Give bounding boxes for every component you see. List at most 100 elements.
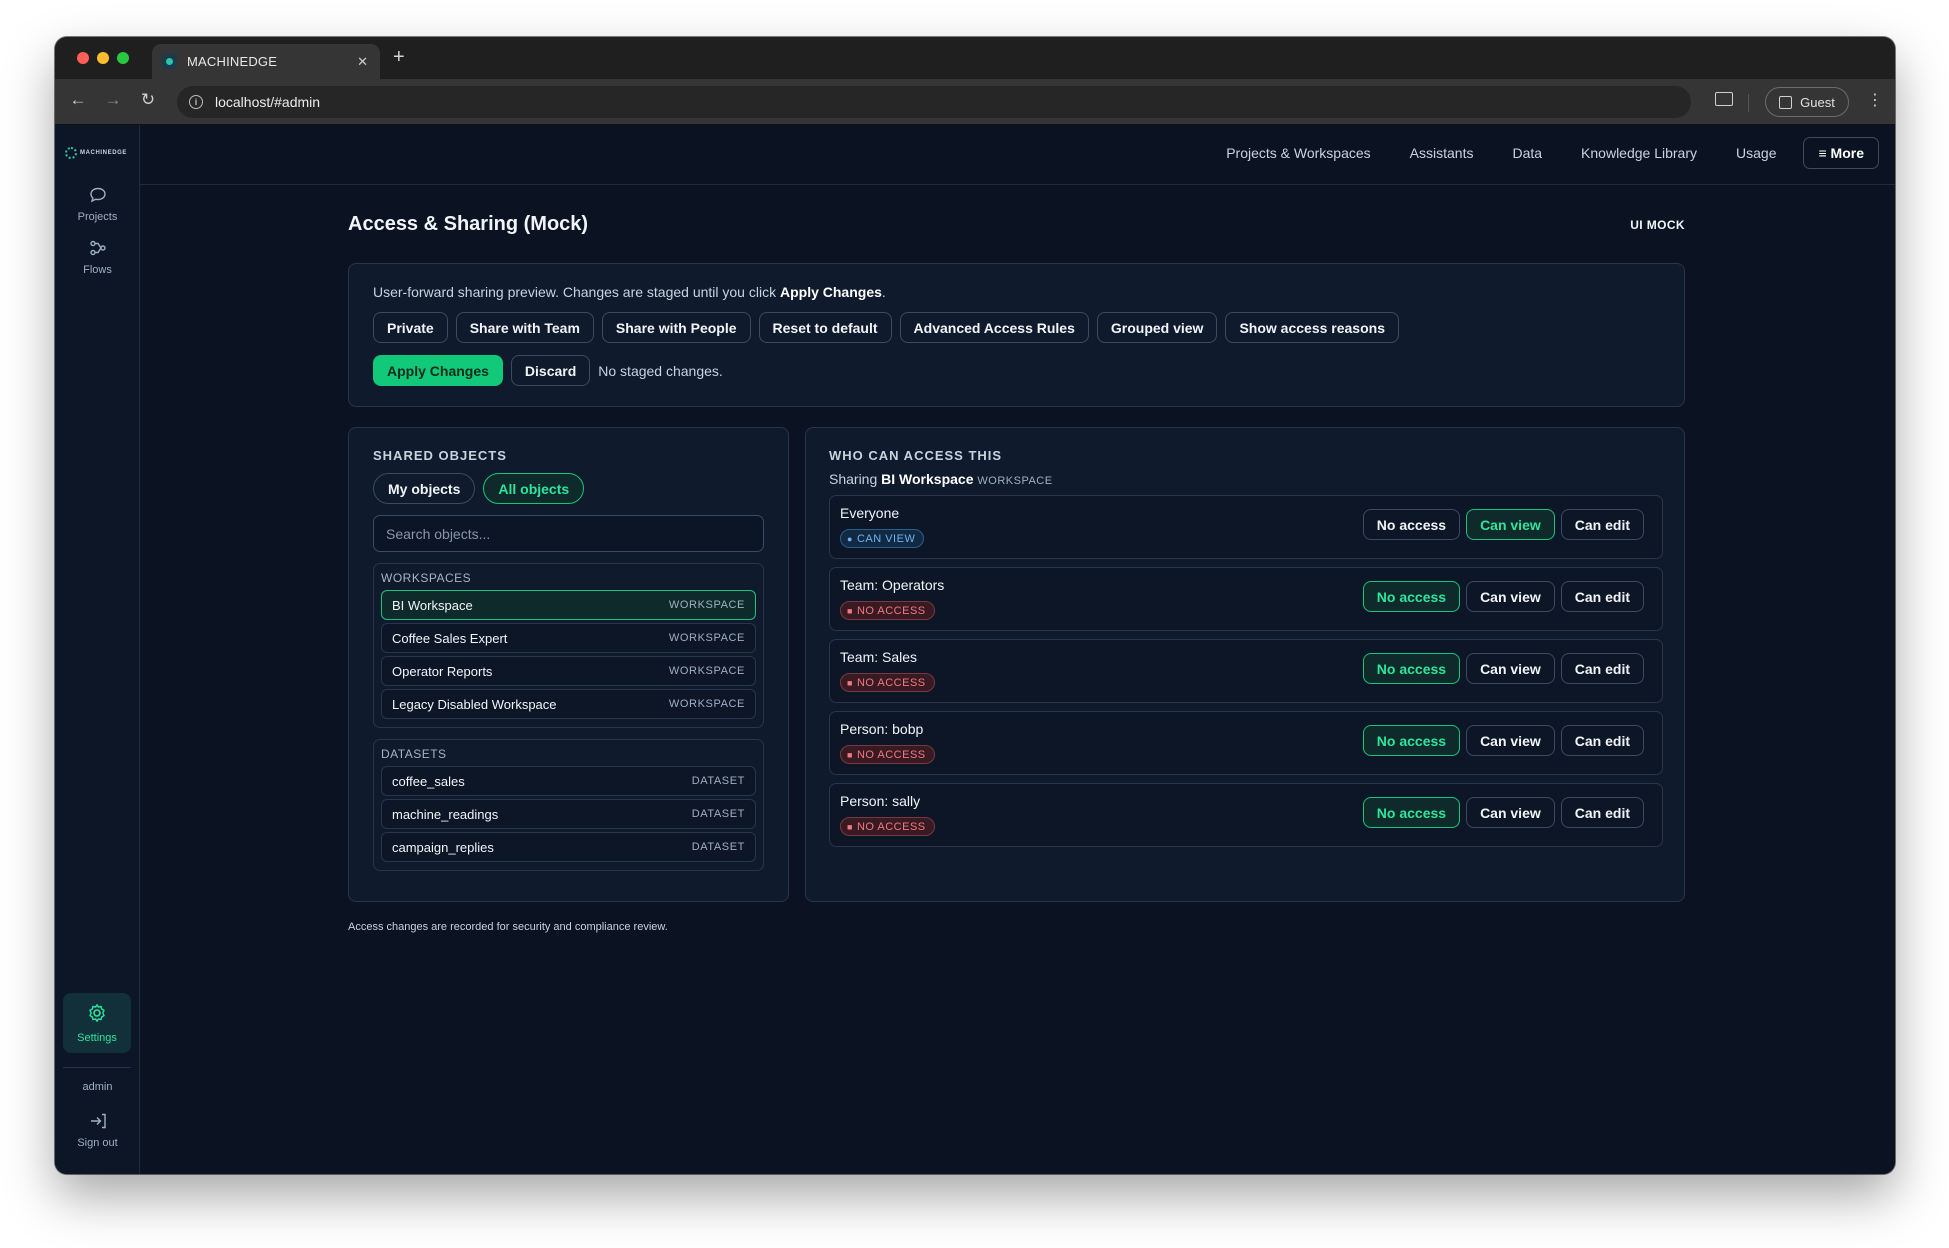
profile-button[interactable]: Guest [1765,87,1849,117]
apply-changes-button[interactable]: Apply Changes [373,355,503,386]
who-can-access-panel: WHO CAN ACCESS THIS Sharing BI Workspace… [805,427,1685,902]
sidebar-item-flows[interactable]: Flows [55,240,140,278]
principal-name: Everyone [840,505,900,521]
object-item[interactable]: campaign_replies DATASET [381,832,756,862]
sign-out-label: Sign out [77,1137,118,1149]
object-name: Coffee Sales Expert [392,630,508,646]
no-access-button[interactable]: No access [1362,509,1461,540]
apply-row: Apply Changes Discard No staged changes. [373,355,1660,386]
object-name: coffee_sales [392,773,465,789]
browser-window: MACHINEDGE ✕ + ← → ↻ i localhost/#admin … [55,37,1895,1174]
object-type: WORKSPACE [668,599,745,611]
close-window-button[interactable] [77,52,89,64]
lock-icon: ■ [847,677,853,688]
can-view-button[interactable]: Can view [1466,797,1555,828]
object-type: WORKSPACE [668,698,745,710]
browser-menu-icon[interactable]: ⋮ [1867,90,1883,110]
object-item[interactable]: Legacy Disabled Workspace WORKSPACE [381,689,756,719]
sidebar-item-settings[interactable]: Settings [63,993,131,1053]
no-access-button[interactable]: No access [1362,581,1461,612]
sidebar-item-projects[interactable]: Projects [55,187,140,225]
shared-objects-panel: SHARED OBJECTS My objects All objects WO… [348,427,789,902]
current-user: admin [82,1081,113,1093]
discard-button[interactable]: Discard [510,355,591,386]
object-item[interactable]: Operator Reports WORKSPACE [381,656,756,686]
private-button[interactable]: Private [373,312,448,343]
advanced-access-rules-button[interactable]: Advanced Access Rules [899,312,1089,343]
tab-close-icon[interactable]: ✕ [357,54,368,70]
principal-name: Person: sally [840,793,921,809]
chat-bubble-icon [89,187,106,203]
can-edit-button[interactable]: Can edit [1560,725,1644,756]
preset-buttons: Private Share with Team Share with Peopl… [373,312,1660,343]
url-text[interactable]: localhost/#admin [215,94,320,110]
sidebar-divider [63,1067,131,1068]
object-type: WORKSPACE [668,632,745,644]
reset-to-default-button[interactable]: Reset to default [758,312,892,343]
forward-button[interactable]: → [102,90,124,110]
logo[interactable]: MACHINEDGE [65,147,127,159]
back-button[interactable]: ← [67,90,89,110]
object-name: Operator Reports [392,663,493,679]
access-row: Team: Operators ■ NO ACCESS No access Can… [829,567,1663,631]
reload-button[interactable]: ↻ [137,90,159,110]
object-type: DATASET [691,808,745,820]
object-type: WORKSPACE [668,665,745,677]
can-edit-button[interactable]: Can edit [1560,653,1644,684]
site-info-icon[interactable]: i [189,95,203,109]
share-with-team-button[interactable]: Share with Team [455,312,594,343]
more-menu-button[interactable]: ≡ More [1803,137,1879,169]
preview-description: User-forward sharing preview. Changes ar… [373,284,886,300]
filter-my-objects[interactable]: My objects [373,473,476,504]
sidebar: MACHINEDGE Projects Flows Settings admin… [55,125,140,1174]
grouped-view-button[interactable]: Grouped view [1096,312,1218,343]
no-access-button[interactable]: No access [1362,653,1461,684]
datasets-group: DATASETS coffee_sales DATASET machine_re… [373,739,764,871]
sign-out-button[interactable]: Sign out [55,1113,140,1151]
group-title: DATASETS [381,747,447,761]
app: MACHINEDGE Projects Flows Settings admin… [55,125,1895,1174]
minimize-window-button[interactable] [97,52,109,64]
show-access-reasons-button[interactable]: Show access reasons [1225,312,1399,343]
new-tab-button[interactable]: + [393,46,405,69]
object-name: Legacy Disabled Workspace [392,696,557,712]
search-input[interactable] [373,515,764,552]
access-level-selector: No access Can view Can edit [1362,581,1644,612]
object-item[interactable]: machine_readings DATASET [381,799,756,829]
can-view-button[interactable]: Can view [1466,581,1555,612]
shared-objects-title: SHARED OBJECTS [373,448,507,463]
can-view-button[interactable]: Can view [1466,725,1555,756]
object-name: BI Workspace [392,597,473,613]
can-edit-button[interactable]: Can edit [1560,509,1644,540]
object-item[interactable]: Coffee Sales Expert WORKSPACE [381,623,756,653]
top-nav-links: Projects & Workspaces Assistants Data Kn… [1187,137,1879,169]
access-row: Everyone ● CAN VIEW No access Can view Ca… [829,495,1663,559]
maximize-window-button[interactable] [117,52,129,64]
browser-tab[interactable]: MACHINEDGE ✕ [152,44,380,79]
nav-link-usage[interactable]: Usage [1736,145,1776,161]
can-view-button[interactable]: Can view [1466,653,1555,684]
address-bar[interactable]: i localhost/#admin [177,86,1691,118]
favicon-icon [162,54,177,69]
nav-link-data[interactable]: Data [1512,145,1542,161]
can-edit-button[interactable]: Can edit [1560,581,1644,612]
object-filter: My objects All objects [373,473,764,504]
can-edit-button[interactable]: Can edit [1560,797,1644,828]
filter-all-objects[interactable]: All objects [483,473,585,504]
top-nav: Projects & Workspaces Assistants Data Kn… [140,125,1895,185]
share-with-people-button[interactable]: Share with People [601,312,751,343]
nav-link-knowledge-library[interactable]: Knowledge Library [1581,145,1697,161]
no-access-button[interactable]: No access [1362,725,1461,756]
object-item[interactable]: coffee_sales DATASET [381,766,756,796]
tab-title: MACHINEDGE [187,54,278,69]
principal-name: Team: Operators [840,577,945,593]
can-view-button[interactable]: Can view [1466,509,1555,540]
profile-label: Guest [1800,94,1835,110]
nav-link-assistants[interactable]: Assistants [1410,145,1474,161]
nav-link-projects-workspaces[interactable]: Projects & Workspaces [1226,145,1370,161]
cast-icon[interactable] [1715,92,1733,106]
toolbar-divider [1748,94,1749,112]
object-item[interactable]: BI Workspace WORKSPACE [381,590,756,620]
access-row: Person: sally ■ NO ACCESS No access Can v… [829,783,1663,847]
no-access-button[interactable]: No access [1362,797,1461,828]
